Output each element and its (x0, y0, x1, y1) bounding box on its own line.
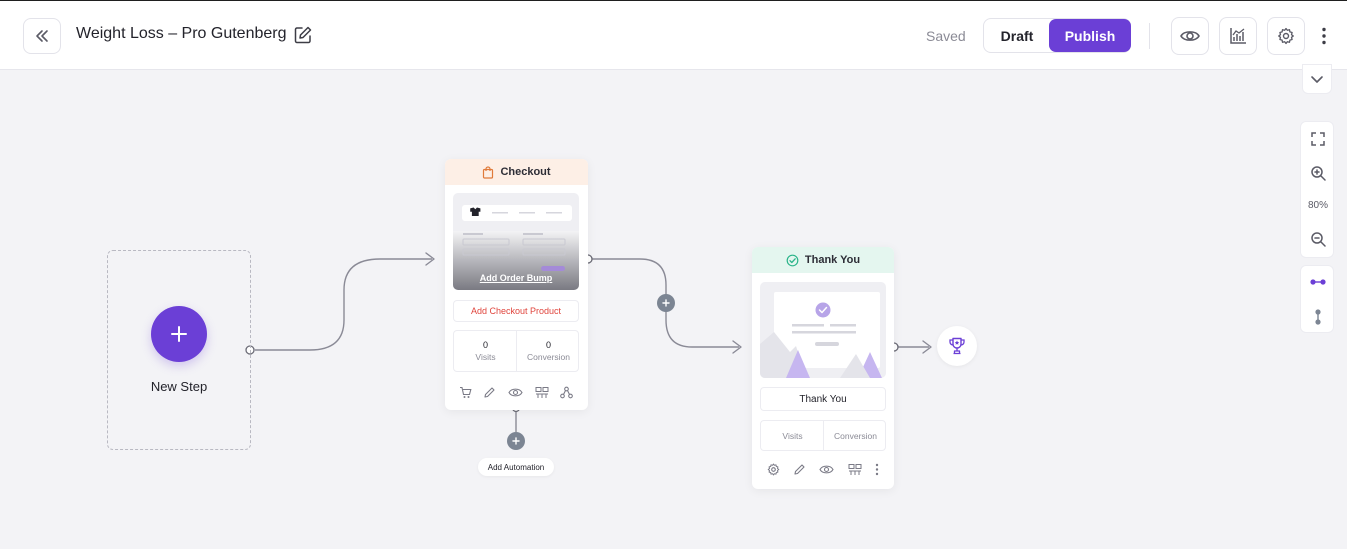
thumbnail-header-bar (462, 205, 572, 221)
check-circle-icon (786, 254, 799, 266)
cart-icon[interactable] (459, 386, 472, 399)
thankyou-page-thumbnail[interactable] (760, 282, 886, 378)
checkout-step-title: Checkout (500, 166, 551, 178)
plus-icon (662, 299, 670, 307)
add-checkout-product-button[interactable]: Add Checkout Product (453, 300, 579, 322)
automation-icon[interactable] (560, 386, 574, 399)
conversion-stat: 0 Conversion (517, 331, 580, 371)
thankyou-actions (760, 462, 886, 476)
visits-label: Visits (475, 352, 496, 362)
conversion-label: Conversion (527, 352, 570, 362)
visits-stat: 0 Visits (454, 331, 517, 371)
eye-icon[interactable] (819, 463, 835, 476)
add-automation-button[interactable] (507, 432, 525, 450)
visits-value: 0 (482, 340, 488, 350)
thankyou-step-title: Thank You (804, 254, 861, 266)
ab-split-icon[interactable] (848, 463, 862, 476)
new-step-label: New Step (150, 379, 208, 394)
thankyou-step-header: Thank You (752, 247, 894, 273)
plus-icon (171, 326, 187, 342)
plus-icon (512, 437, 520, 445)
conversion-value: 0 (545, 340, 551, 350)
add-step-button[interactable] (151, 306, 207, 362)
add-automation-label[interactable]: Add Automation (478, 458, 554, 476)
pencil-icon[interactable] (483, 386, 496, 399)
pencil-icon[interactable] (793, 463, 806, 476)
shopping-bag-icon (483, 165, 494, 179)
thankyou-step-name[interactable]: Thank You (760, 387, 886, 411)
thankyou-stats: Visits Conversion (760, 420, 886, 451)
gear-icon[interactable] (767, 463, 780, 476)
kebab-icon[interactable] (875, 463, 879, 476)
visits-label: Visits (782, 430, 803, 441)
thankyou-illustration (760, 292, 882, 378)
eye-icon[interactable] (508, 386, 523, 399)
insert-step-button[interactable] (657, 294, 675, 312)
add-order-bump-link[interactable]: Add Order Bump (453, 273, 579, 283)
conversion-label: Conversion (834, 430, 877, 441)
thankyou-step-card[interactable]: Thank You Thank You Visits Conversion (752, 247, 894, 489)
checkout-step-header: Checkout (445, 159, 588, 185)
checkout-stats: 0 Visits 0 Conversion (453, 330, 579, 372)
funnel-goal[interactable] (937, 326, 977, 366)
trophy-icon (949, 337, 965, 355)
tshirt-icon (470, 207, 562, 217)
checkout-actions (453, 385, 579, 399)
ab-split-icon[interactable] (535, 386, 549, 399)
checkout-step-card[interactable]: Checkout Add Order Bump Add Checkout Pro… (445, 159, 588, 410)
checkout-page-thumbnail[interactable]: Add Order Bump (453, 193, 579, 290)
thumbnail-form-lines (462, 233, 566, 271)
